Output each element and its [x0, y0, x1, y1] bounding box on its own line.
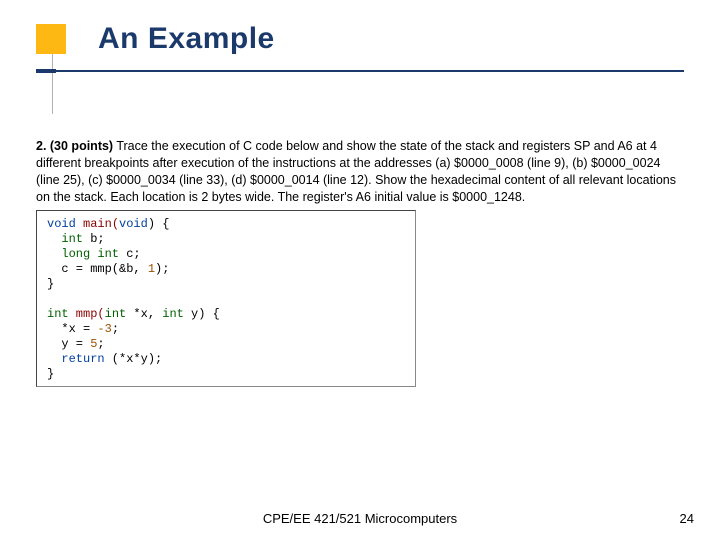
- code-line: *x = -3;: [47, 322, 405, 337]
- code-line: int b;: [47, 232, 405, 247]
- code-box: void main(void) { int b; long int c; c =…: [36, 210, 416, 387]
- slide-title: An Example: [98, 22, 275, 56]
- accent-vertical-line: [52, 54, 53, 114]
- question-number: 2. (30 points): [36, 139, 113, 153]
- accent-square: [36, 24, 66, 54]
- header-rule: [36, 70, 684, 72]
- code-line: return (*x*y);: [47, 352, 405, 367]
- code-line: c = mmp(&b, 1);: [47, 262, 405, 277]
- code-line: int mmp(int *x, int y) {: [47, 307, 405, 322]
- code-line: void main(void) {: [47, 217, 405, 232]
- header-rule-notch: [36, 69, 56, 73]
- question-text: 2. (30 points) Trace the execution of C …: [36, 138, 676, 206]
- code-line: y = 5;: [47, 337, 405, 352]
- code-line: }: [47, 367, 405, 382]
- footer-course: CPE/EE 421/521 Microcomputers: [0, 511, 720, 526]
- code-line: [47, 292, 405, 307]
- question-body: Trace the execution of C code below and …: [36, 139, 676, 204]
- code-line: }: [47, 277, 405, 292]
- code-line: long int c;: [47, 247, 405, 262]
- page-number: 24: [680, 511, 694, 526]
- slide: An Example 2. (30 points) Trace the exec…: [0, 0, 720, 540]
